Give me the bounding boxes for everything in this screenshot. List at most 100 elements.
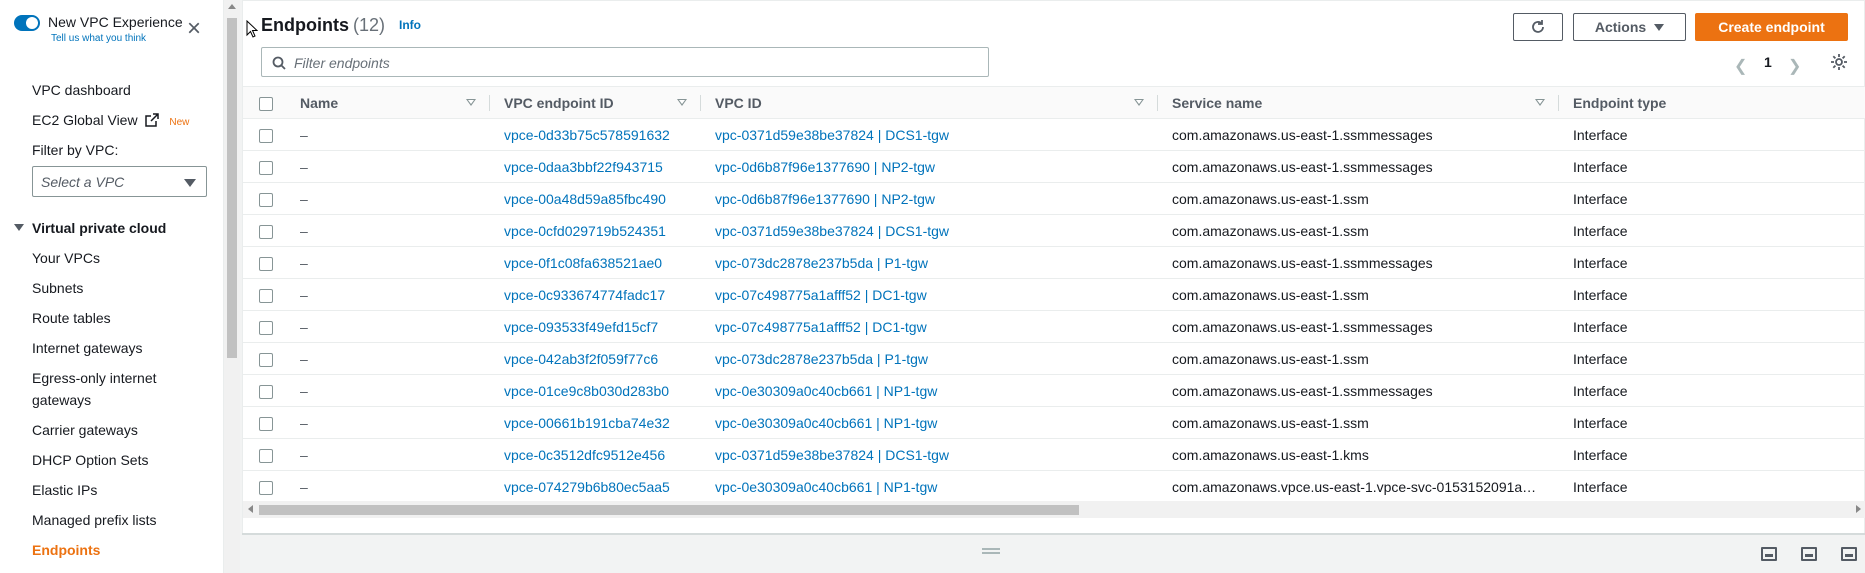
refresh-button[interactable] — [1513, 13, 1563, 41]
cell-name: – — [286, 310, 490, 343]
column-header-vpc-id[interactable]: VPC ID — [701, 86, 1158, 119]
scrollbar-thumb[interactable] — [227, 18, 237, 358]
cell-vpc-id[interactable]: vpc-0e30309a0c40cb661 | NP1-tgw — [701, 406, 1158, 439]
row-checkbox[interactable] — [259, 448, 273, 463]
cell-endpoint-id[interactable]: vpce-042ab3f2f059f77c6 — [490, 342, 701, 375]
column-header-name[interactable]: Name — [286, 86, 490, 119]
table-row[interactable]: – vpce-074279b6b80ec5aa5 vpc-0e30309a0c40c… — [243, 470, 1865, 503]
cell-endpoint-id[interactable]: vpce-00a48d59a85fbc490 — [490, 182, 701, 215]
chevron-right-icon[interactable]: ❯ — [1788, 56, 1801, 76]
row-checkbox[interactable] — [259, 288, 273, 303]
split-side-icon[interactable] — [1801, 547, 1817, 561]
row-checkbox[interactable] — [259, 384, 273, 399]
cell-endpoint-id[interactable]: vpce-0cfd029719b524351 — [490, 214, 701, 247]
cell-endpoint-id[interactable]: vpce-0f1c08fa638521ae0 — [490, 246, 701, 279]
cell-vpc-id[interactable]: vpc-0371d59e38be37824 | DCS1-tgw — [701, 214, 1158, 247]
sort-icon[interactable] — [466, 99, 476, 106]
sidebar-item-subnets[interactable]: Subnets — [32, 280, 83, 296]
cell-endpoint-id[interactable]: vpce-0c933674774fadc17 — [490, 278, 701, 311]
row-checkbox[interactable] — [259, 480, 273, 495]
cell-vpc-id[interactable]: vpc-073dc2878e237b5da | P1-tgw — [701, 342, 1158, 375]
row-checkbox[interactable] — [259, 128, 273, 143]
drag-handle[interactable] — [982, 548, 1000, 554]
vpc-filter-select[interactable]: Select a VPC — [32, 166, 207, 197]
scroll-right-icon[interactable] — [1856, 505, 1861, 513]
scroll-left-icon[interactable] — [248, 505, 253, 513]
table-row[interactable]: – vpce-00a48d59a85fbc490 vpc-0d6b87f96e137… — [243, 182, 1865, 215]
info-link[interactable]: Info — [399, 18, 421, 32]
page-number[interactable]: 1 — [1764, 54, 1772, 70]
cell-vpc-id[interactable]: vpc-0371d59e38be37824 | DCS1-tgw — [701, 118, 1158, 151]
cell-vpc-id[interactable]: vpc-0e30309a0c40cb661 | NP1-tgw — [701, 470, 1158, 503]
row-checkbox[interactable] — [259, 224, 273, 239]
scroll-up-icon[interactable] — [228, 4, 236, 9]
cell-endpoint-id[interactable]: vpce-00661b191cba74e32 — [490, 406, 701, 439]
sidebar-item-ec2-global-view[interactable]: EC2 Global View New — [32, 112, 189, 128]
row-checkbox[interactable] — [259, 192, 273, 207]
row-checkbox[interactable] — [259, 320, 273, 335]
table-row[interactable]: – vpce-0daa3bbf22f943715 vpc-0d6b87f96e137… — [243, 150, 1865, 183]
split-bottom-icon[interactable] — [1761, 547, 1777, 561]
sidebar-item-carrier-gateways[interactable]: Carrier gateways — [32, 422, 138, 438]
sort-icon[interactable] — [1134, 99, 1144, 106]
cell-vpc-id[interactable]: vpc-0e30309a0c40cb661 | NP1-tgw — [701, 374, 1158, 407]
feedback-link[interactable]: Tell us what you think — [51, 33, 146, 44]
sidebar-item-dhcp-option-sets[interactable]: DHCP Option Sets — [32, 452, 148, 468]
cell-endpoint-id[interactable]: vpce-01ce9c8b030d283b0 — [490, 374, 701, 407]
sidebar-section-vpc[interactable]: Virtual private cloud — [14, 220, 166, 236]
sidebar-scrollbar[interactable] — [224, 0, 240, 573]
chevron-left-icon[interactable]: ❮ — [1734, 56, 1747, 76]
cell-endpoint-id[interactable]: vpce-0c3512dfc9512e456 — [490, 438, 701, 471]
table-row[interactable]: – vpce-093533f49efd15cf7 vpc-07c498775a1af… — [243, 310, 1865, 343]
row-checkbox[interactable] — [259, 352, 273, 367]
endpoints-table: Name VPC endpoint ID VPC ID Service name… — [243, 86, 1865, 503]
cell-endpoint-id[interactable]: vpce-0d33b75c578591632 — [490, 118, 701, 151]
cell-endpoint-id[interactable]: vpce-093533f49efd15cf7 — [490, 310, 701, 343]
cell-vpc-id[interactable]: vpc-073dc2878e237b5da | P1-tgw — [701, 246, 1158, 279]
table-row[interactable]: – vpce-01ce9c8b030d283b0 vpc-0e30309a0c40c… — [243, 374, 1865, 407]
actions-button[interactable]: Actions — [1573, 13, 1686, 41]
sort-icon[interactable] — [1535, 99, 1545, 106]
cell-vpc-id[interactable]: vpc-0371d59e38be37824 | DCS1-tgw — [701, 438, 1158, 471]
gear-icon[interactable] — [1830, 53, 1848, 71]
table-row[interactable]: – vpce-0d33b75c578591632 vpc-0371d59e38be3… — [243, 118, 1865, 151]
table-row[interactable]: – vpce-0cfd029719b524351 vpc-0371d59e38be3… — [243, 214, 1865, 247]
sidebar-item-internet-gateways[interactable]: Internet gateways — [32, 340, 143, 356]
scrollbar-thumb[interactable] — [259, 505, 1079, 515]
sidebar-item-endpoints[interactable]: Endpoints — [32, 542, 100, 558]
sidebar-item-egress-only-gateways-line2[interactable]: gateways — [32, 392, 91, 408]
column-header-endpoint-id[interactable]: VPC endpoint ID — [490, 86, 701, 119]
filter-endpoints-search[interactable]: Filter endpoints — [261, 47, 989, 77]
cell-vpc-id[interactable]: vpc-0d6b87f96e1377690 | NP2-tgw — [701, 182, 1158, 215]
row-checkbox[interactable] — [259, 416, 273, 431]
sidebar-item-elastic-ips[interactable]: Elastic IPs — [32, 482, 97, 498]
table-row[interactable]: – vpce-00661b191cba74e32 vpc-0e30309a0c40c… — [243, 406, 1865, 439]
column-header-service-name[interactable]: Service name — [1158, 86, 1559, 119]
row-checkbox[interactable] — [259, 256, 273, 271]
select-all-checkbox[interactable] — [259, 96, 273, 111]
actions-label: Actions — [1594, 19, 1647, 35]
new-experience-toggle[interactable] — [14, 15, 40, 31]
sidebar-item-egress-only-gateways[interactable]: Egress-only internet — [32, 370, 157, 386]
table-row[interactable]: – vpce-0c3512dfc9512e456 vpc-0371d59e38be3… — [243, 438, 1865, 471]
table-row[interactable]: – vpce-042ab3f2f059f77c6 vpc-073dc2878e237… — [243, 342, 1865, 375]
horizontal-scrollbar[interactable] — [243, 501, 1865, 518]
cell-vpc-id[interactable]: vpc-07c498775a1afff52 | DC1-tgw — [701, 310, 1158, 343]
cell-vpc-id[interactable]: vpc-07c498775a1afff52 | DC1-tgw — [701, 278, 1158, 311]
caret-down-icon — [1654, 24, 1665, 31]
split-close-icon[interactable] — [1841, 547, 1857, 561]
table-row[interactable]: – vpce-0c933674774fadc17 vpc-07c498775a1af… — [243, 278, 1865, 311]
close-icon[interactable]: × — [183, 17, 205, 41]
sidebar-item-your-vpcs[interactable]: Your VPCs — [32, 250, 100, 266]
sidebar-item-vpc-dashboard[interactable]: VPC dashboard — [32, 82, 131, 98]
sort-icon[interactable] — [677, 99, 687, 106]
sidebar-item-route-tables[interactable]: Route tables — [32, 310, 111, 326]
column-header-endpoint-type[interactable]: Endpoint type — [1559, 86, 1865, 119]
sidebar-item-managed-prefix-lists[interactable]: Managed prefix lists — [32, 512, 157, 528]
row-checkbox[interactable] — [259, 160, 273, 175]
cell-endpoint-id[interactable]: vpce-074279b6b80ec5aa5 — [490, 470, 701, 503]
create-endpoint-button[interactable]: Create endpoint — [1695, 13, 1848, 41]
table-row[interactable]: – vpce-0f1c08fa638521ae0 vpc-073dc2878e237… — [243, 246, 1865, 279]
cell-vpc-id[interactable]: vpc-0d6b87f96e1377690 | NP2-tgw — [701, 150, 1158, 183]
cell-endpoint-id[interactable]: vpce-0daa3bbf22f943715 — [490, 150, 701, 183]
